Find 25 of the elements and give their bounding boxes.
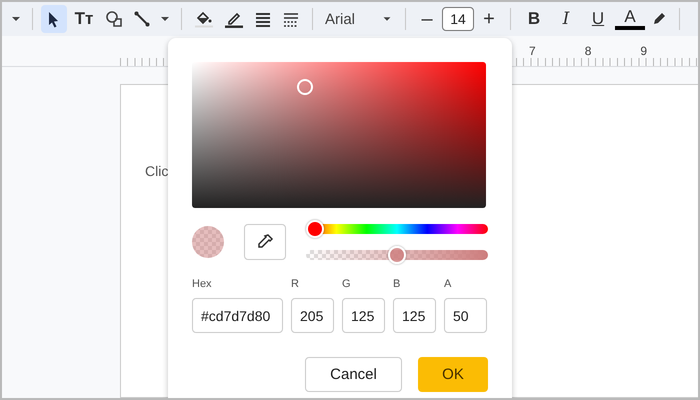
channel-field[interactable]: 205: [291, 298, 334, 333]
font-size-field[interactable]: 14: [442, 7, 474, 31]
ok-button[interactable]: OK: [418, 357, 488, 392]
color-button[interactable]: A: [615, 8, 645, 30]
field-label: R: [291, 278, 300, 292]
field-label: B: [393, 278, 402, 292]
hex-field[interactable]: #cd7d7d80: [192, 298, 283, 333]
ruler-number: 9: [640, 44, 648, 58]
channel-field[interactable]: 50: [444, 298, 487, 333]
document-text: Clic: [145, 163, 168, 179]
decrease-size-button[interactable]: –: [414, 5, 440, 33]
ruler-number: 7: [529, 44, 536, 58]
ruler-number: 8: [584, 44, 592, 58]
bold-button[interactable]: B: [519, 5, 549, 33]
text-tool-button[interactable]: Tт: [69, 5, 99, 33]
field-label: G: [342, 278, 352, 292]
channel-field[interactable]: 125: [342, 298, 385, 333]
italic-button[interactable]: I: [551, 5, 581, 33]
field-label: A: [444, 278, 452, 292]
channel-field[interactable]: 125: [393, 298, 436, 333]
field-label: Hex: [192, 278, 213, 292]
font-dropdown[interactable]: Arial: [321, 10, 397, 28]
increase-size-button[interactable]: +: [476, 5, 502, 33]
underline-button[interactable]: U: [583, 5, 613, 33]
cancel-button[interactable]: Cancel: [305, 357, 402, 392]
